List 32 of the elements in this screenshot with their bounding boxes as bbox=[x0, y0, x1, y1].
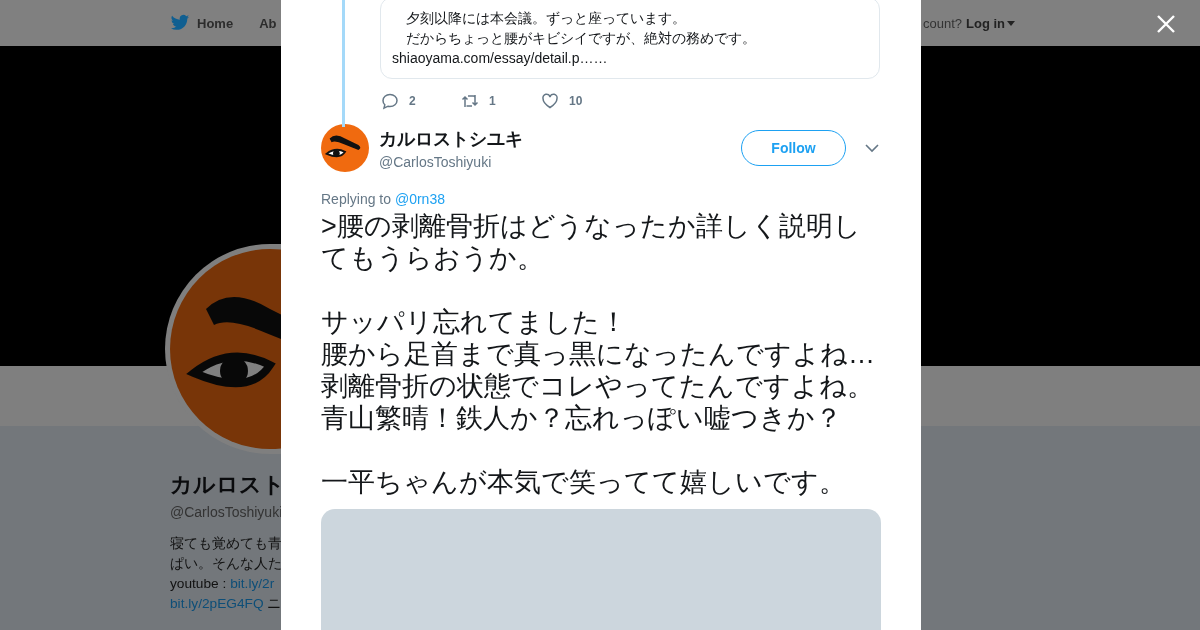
tweet-text-line: 一平ちゃんが本気で笑ってて嬉しいです。 bbox=[321, 466, 847, 498]
close-icon[interactable] bbox=[1156, 14, 1176, 34]
quoted-text-line: だからちょっと腰がキビシイですが、絶対の務めです。 bbox=[405, 29, 757, 48]
caret-icon bbox=[1007, 20, 1015, 26]
author-handle: @CarlosToshiyuki bbox=[379, 153, 493, 170]
profile-handle: @CarlosToshiyuki bbox=[170, 504, 283, 520]
nav-link[interactable]: Home bbox=[170, 14, 234, 32]
tweet-text-line: 青山繁晴！鉄人か？忘れっぽい嘘つきか？ bbox=[321, 402, 843, 434]
tweet-text-line: サッパリ忘れてました！ bbox=[321, 306, 628, 338]
heart-icon bbox=[541, 92, 559, 110]
follow-button[interactable]: Follow bbox=[741, 130, 846, 166]
nav-link[interactable]: Ab bbox=[259, 15, 277, 31]
tweet-text-line: 剥離骨折の状態でコレやってたんですよね。 bbox=[321, 370, 875, 402]
retweet-action[interactable]: 1 bbox=[461, 92, 541, 110]
bird-icon bbox=[170, 14, 190, 32]
reply-action[interactable]: 2 bbox=[381, 92, 461, 110]
chevron-down-icon[interactable] bbox=[865, 143, 879, 153]
retweet-icon bbox=[461, 92, 479, 110]
login-link[interactable]: Log in bbox=[966, 15, 1015, 31]
tweet-text-line: 腰から足首まで真っ黒になったんですよね… bbox=[321, 338, 876, 370]
reply-icon bbox=[381, 92, 399, 110]
replying-to: Replying to @0rn38 bbox=[321, 191, 446, 207]
profile-name: カルロスト bbox=[170, 471, 285, 499]
mention-link[interactable]: @0rn38 bbox=[394, 191, 445, 207]
quoted-link[interactable]: shiaoyama.com/essay/detail.p…… bbox=[392, 48, 868, 68]
tweet-text-line: >腰の剥離骨折はどうなったか詳しく説明してもうらおうか。 bbox=[321, 210, 862, 274]
author-name: カルロストシユキ bbox=[379, 127, 524, 151]
account-prompt: count? bbox=[922, 15, 962, 31]
avatar bbox=[321, 124, 369, 172]
profile-bio: 寝ても覚めても青 ぱい。そんな人た youtube : bit.ly/2r bit.ly/2pEG4FQ ニ bbox=[170, 535, 282, 613]
quoted-text-line: 夕刻以降には本会議。ずっと座っています。 bbox=[405, 9, 687, 28]
like-action[interactable]: 10 bbox=[541, 92, 621, 110]
